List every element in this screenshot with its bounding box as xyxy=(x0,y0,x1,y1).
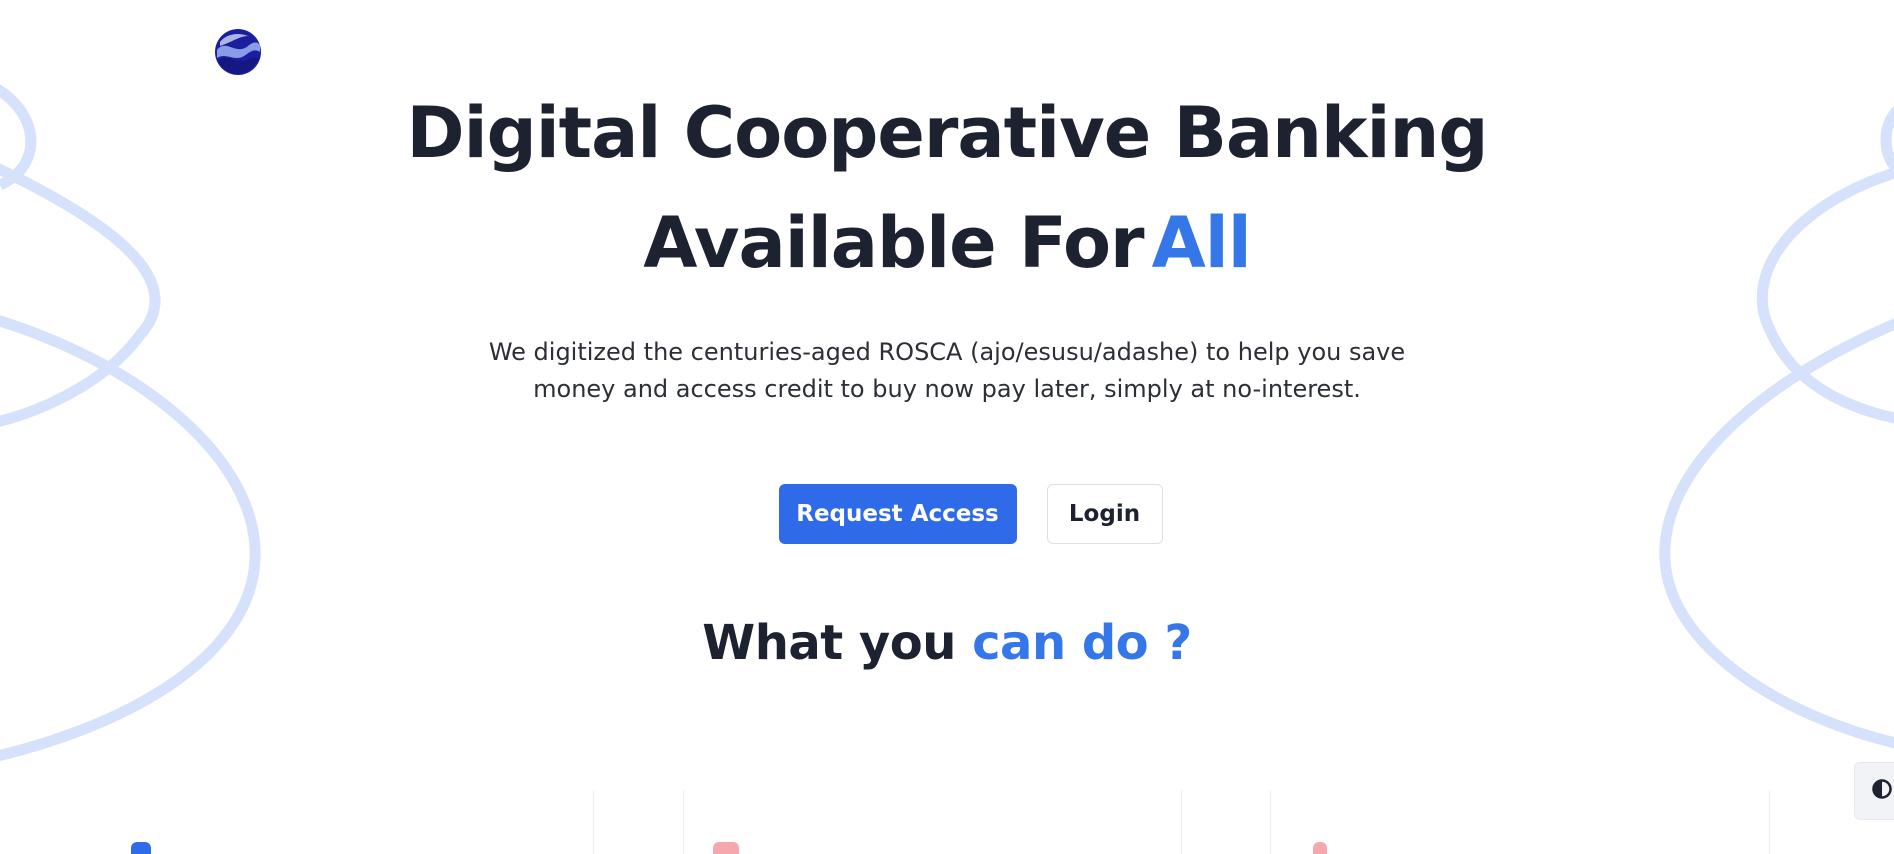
feature-card-icon xyxy=(713,842,739,854)
hero-title: Digital Cooperative Banking Available Fo… xyxy=(0,78,1894,298)
card-divider xyxy=(1769,790,1770,854)
contrast-icon xyxy=(1871,778,1893,804)
request-access-button[interactable]: Request Access xyxy=(778,484,1017,544)
landing-page: Digital Cooperative Banking Available Fo… xyxy=(0,0,1894,854)
hero-subtitle: We digitized the centuries-aged ROSCA (a… xyxy=(447,334,1447,408)
features-title-text: What you xyxy=(702,615,956,671)
hero-subtitle-line1: We digitized the centuries-aged ROSCA (a… xyxy=(488,338,1406,366)
feature-cards-strip xyxy=(0,790,1894,854)
feature-card-icon xyxy=(131,842,151,854)
hero-title-line1: Digital Cooperative Banking xyxy=(406,92,1488,174)
hero-actions: Request Access Login xyxy=(0,484,1894,544)
features-title: What you can do ? xyxy=(0,608,1894,678)
hero-subtitle-line2: money and access credit to buy now pay l… xyxy=(533,375,1361,403)
card-divider xyxy=(593,790,594,854)
theme-toggle-button[interactable] xyxy=(1854,762,1894,820)
globe-logo-icon[interactable] xyxy=(214,28,262,76)
card-divider xyxy=(1181,790,1182,854)
login-button[interactable]: Login xyxy=(1046,484,1163,544)
card-divider xyxy=(683,790,684,854)
features-title-accent: can do ? xyxy=(972,615,1192,671)
card-divider xyxy=(1270,790,1271,854)
hero-title-line2: Available For xyxy=(643,202,1144,284)
hero-title-accent: All xyxy=(1151,202,1252,284)
feature-card-icon xyxy=(1313,842,1327,854)
